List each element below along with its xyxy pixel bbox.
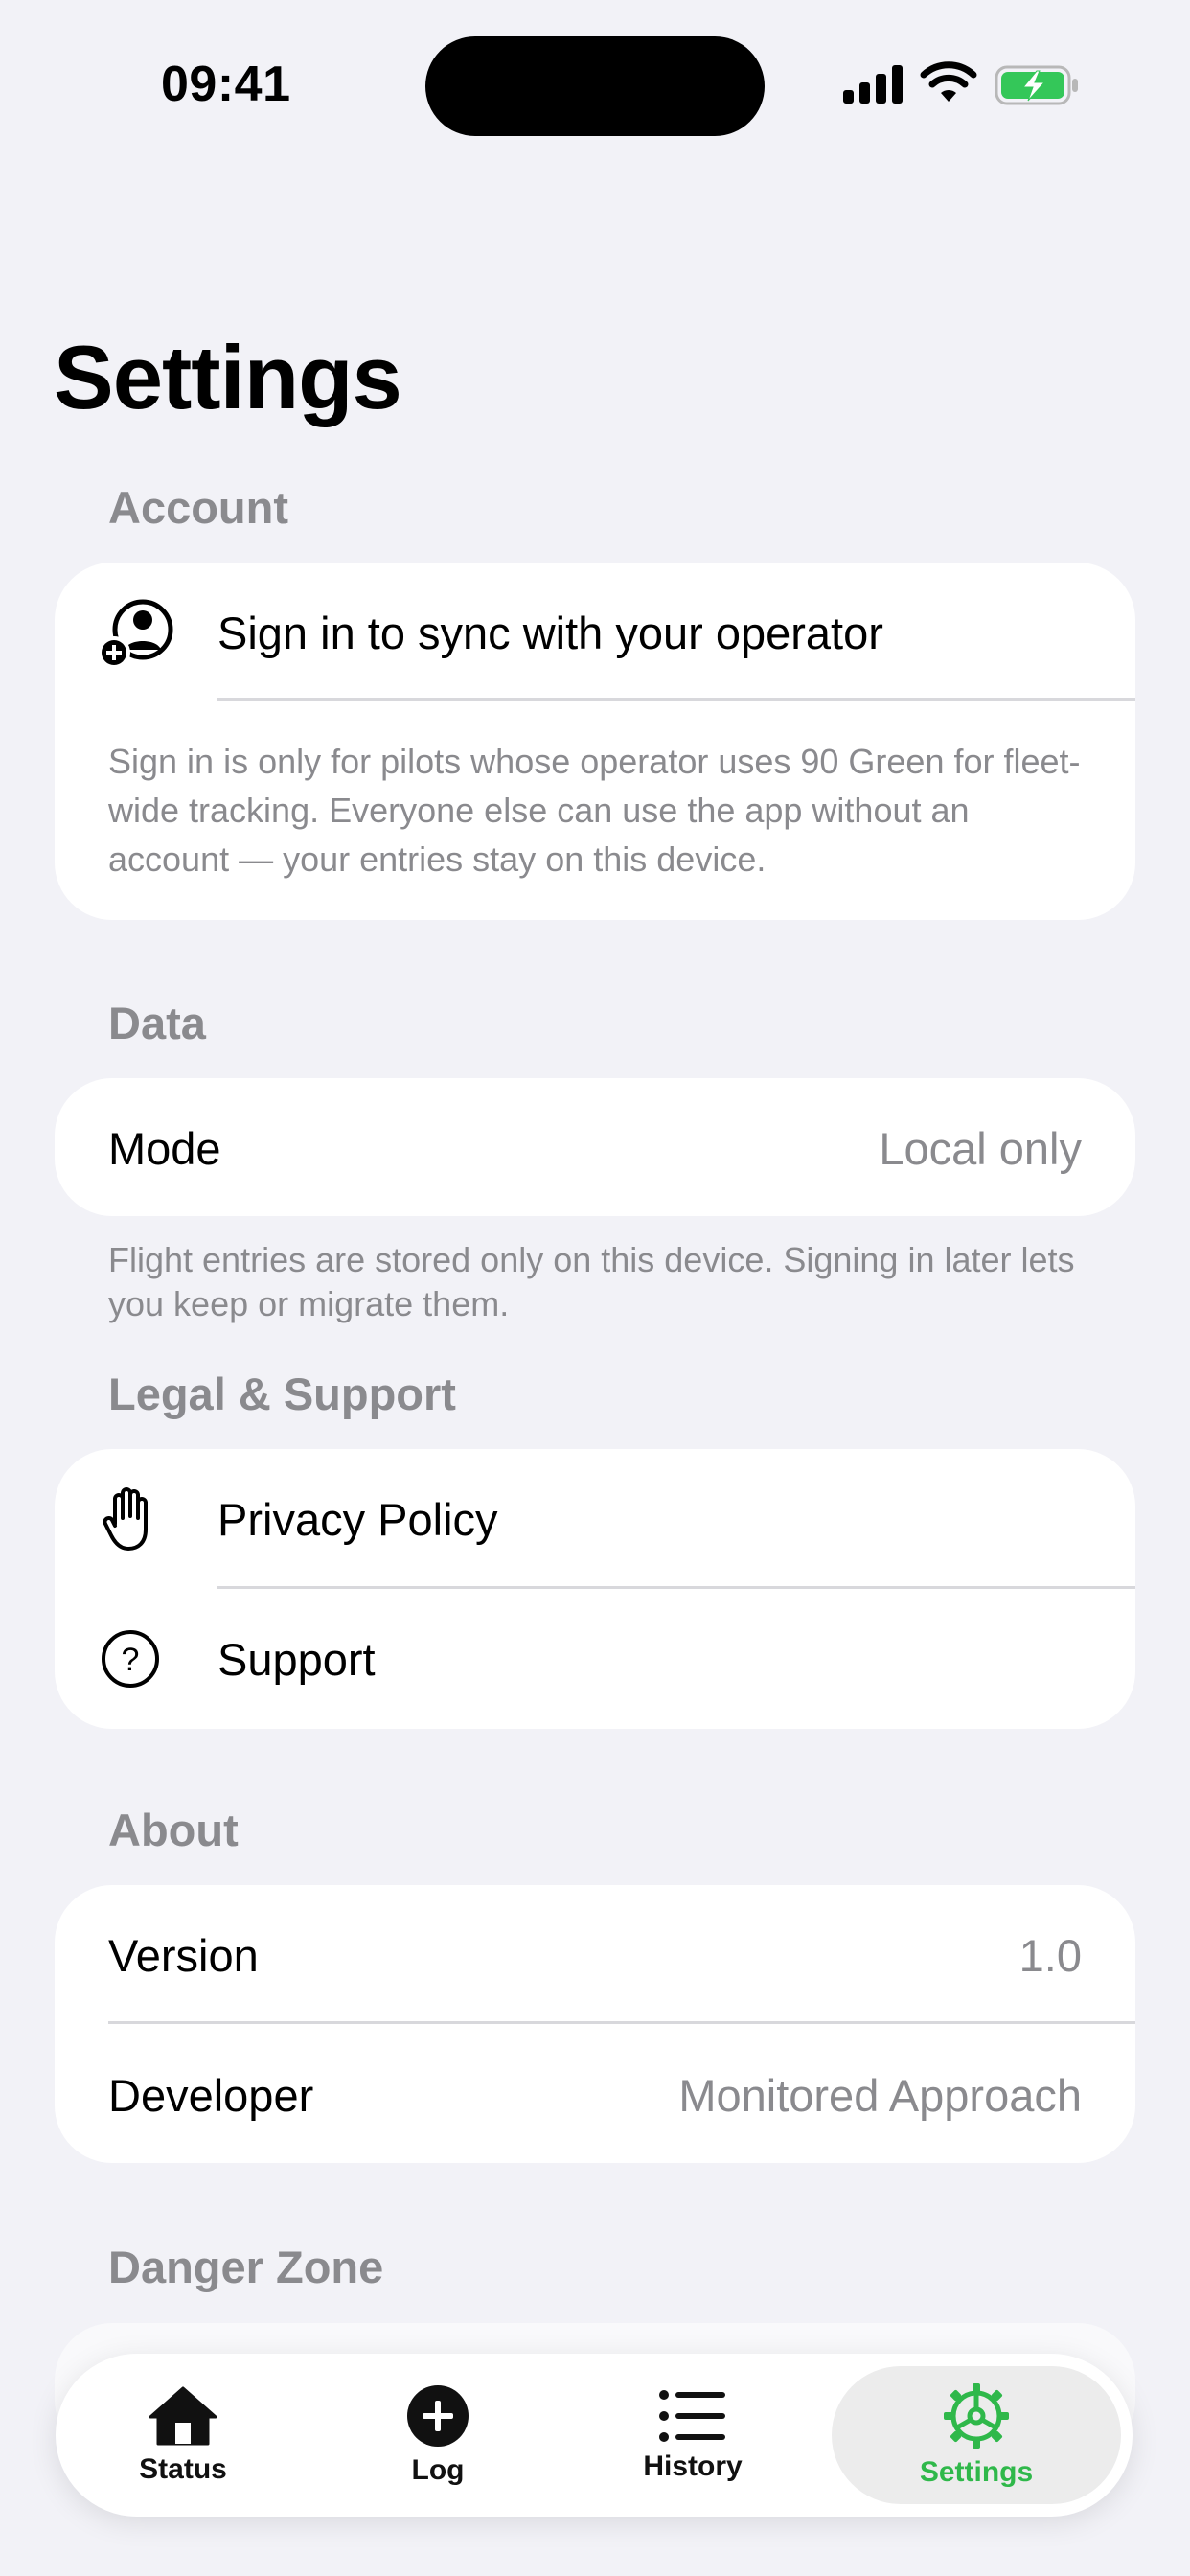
privacy-policy-row[interactable]: Privacy Policy: [55, 1449, 1135, 1589]
tab-settings-label: Settings: [919, 2456, 1034, 2488]
status-time: 09:41: [161, 57, 291, 112]
account-note: Sign in is only for pilots whose operato…: [108, 742, 1081, 879]
dynamic-island: [425, 36, 765, 136]
mode-label: Mode: [108, 1123, 221, 1174]
support-row[interactable]: ? Support: [55, 1589, 1135, 1729]
wifi-icon: [920, 61, 977, 102]
developer-value: Monitored Approach: [678, 2070, 1082, 2121]
section-header-danger: Danger Zone: [108, 2242, 384, 2292]
plus-circle-icon: [407, 2385, 469, 2447]
data-footnote: Flight entries are stored only on this d…: [108, 1240, 1075, 1323]
house-icon: [149, 2386, 217, 2446]
tab-history-label: History: [643, 2450, 743, 2482]
tab-log[interactable]: Log: [310, 2354, 565, 2517]
tab-history[interactable]: History: [565, 2354, 820, 2517]
list-icon: [659, 2390, 725, 2442]
status-bar: 09:41: [0, 0, 1190, 172]
divider: [217, 698, 1135, 701]
section-header-about: About: [108, 1805, 239, 1855]
section-header-data: Data: [108, 998, 206, 1048]
about-card: Version 1.0 Developer Monitored Approach: [55, 1885, 1135, 2163]
mode-value: Local only: [879, 1123, 1082, 1174]
tab-log-label: Log: [411, 2454, 465, 2486]
data-card: Mode Local only: [55, 1078, 1135, 1216]
legal-card: Privacy Policy ? Support: [55, 1449, 1135, 1729]
tab-bar: Status Log History Settings: [56, 2354, 1133, 2517]
divider: [108, 2021, 1135, 2024]
mode-row[interactable]: Mode Local only: [55, 1078, 1135, 1216]
developer-label: Developer: [108, 2070, 314, 2121]
version-row: Version 1.0: [55, 1885, 1135, 2023]
sign-in-row[interactable]: Sign in to sync with your operator: [55, 563, 1135, 702]
privacy-policy-label: Privacy Policy: [217, 1494, 498, 1545]
svg-text:?: ?: [122, 1642, 140, 1678]
page-title: Settings: [54, 327, 402, 427]
section-header-legal: Legal & Support: [108, 1368, 456, 1419]
sign-in-label: Sign in to sync with your operator: [217, 608, 883, 658]
battery-charging-icon: [995, 65, 1078, 105]
cellular-signal-icon: [843, 65, 903, 104]
version-value: 1.0: [1018, 1930, 1082, 1981]
version-label: Version: [108, 1930, 259, 1981]
gear-icon: [944, 2383, 1009, 2449]
section-header-account: Account: [108, 482, 288, 533]
support-label: Support: [217, 1634, 376, 1685]
tab-settings[interactable]: Settings: [832, 2366, 1121, 2504]
tab-status-label: Status: [139, 2453, 227, 2485]
question-circle-icon: ?: [99, 1627, 162, 1690]
developer-row: Developer Monitored Approach: [55, 2025, 1135, 2163]
account-card: Sign in to sync with your operator Sign …: [55, 563, 1135, 920]
tab-status[interactable]: Status: [56, 2354, 310, 2517]
person-add-icon: [99, 597, 175, 670]
hand-raised-icon: [99, 1487, 162, 1551]
